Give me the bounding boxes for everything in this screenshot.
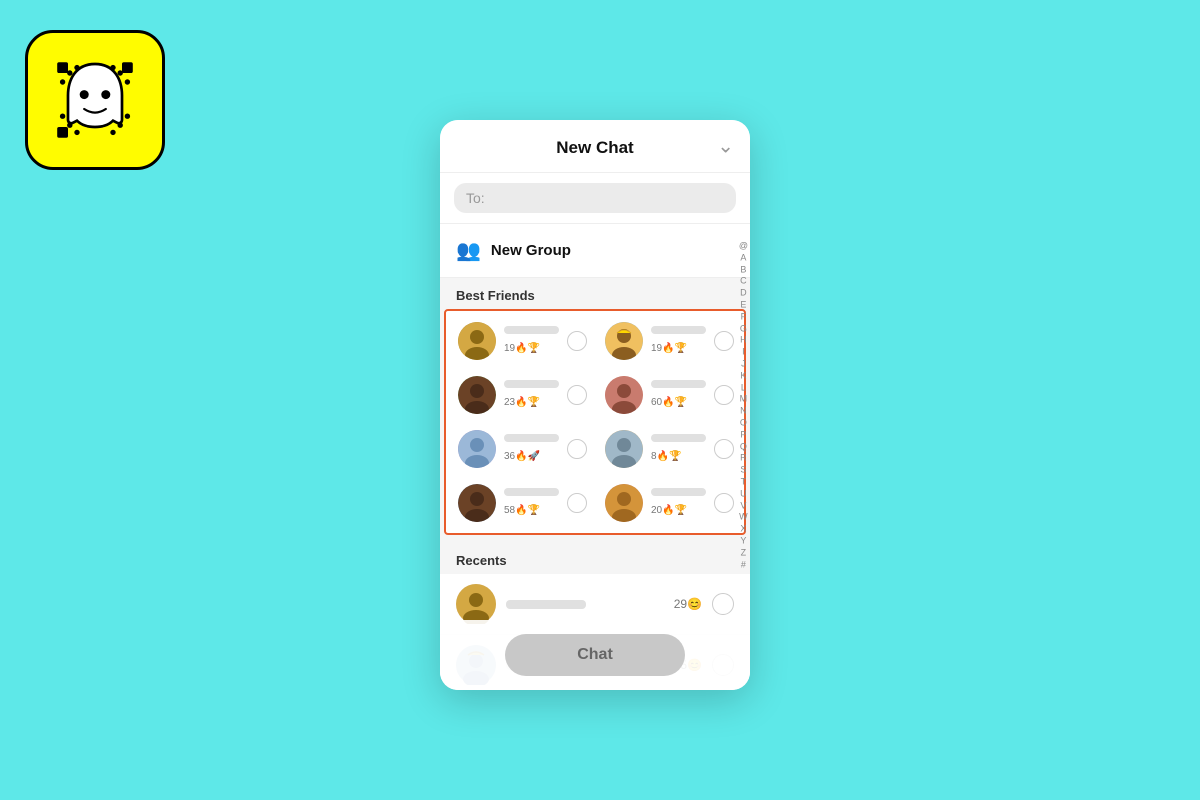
alpha-letter[interactable]: A — [739, 252, 748, 263]
best-friends-title: Best Friends — [440, 278, 750, 309]
friend-item[interactable]: 19🔥🏆 — [450, 315, 595, 367]
friend-avatar — [458, 484, 496, 522]
friend-avatar — [605, 376, 643, 414]
alpha-letter[interactable]: Z — [739, 547, 748, 558]
friend-item[interactable]: 58🔥🏆 — [450, 477, 595, 529]
recent-info — [506, 600, 664, 609]
friend-avatar — [458, 322, 496, 360]
alpha-letter[interactable]: X — [739, 523, 748, 534]
alpha-letter[interactable]: J — [739, 358, 748, 369]
friend-score: 23🔥🏆 — [504, 397, 540, 408]
friend-score: 20🔥🏆 — [651, 505, 687, 516]
new-group-label: New Group — [491, 242, 571, 259]
alpha-letter[interactable]: C — [739, 276, 748, 287]
friend-score: 19🔥🏆 — [504, 343, 540, 354]
alpha-letter[interactable]: Y — [739, 535, 748, 546]
friend-avatar — [458, 376, 496, 414]
friend-select-circle[interactable] — [714, 331, 734, 351]
recent-avatar — [456, 584, 496, 624]
friend-info: 36🔥🚀 — [504, 434, 559, 464]
friend-info: 20🔥🏆 — [651, 488, 706, 518]
friend-name-bar — [651, 380, 706, 388]
new-group-icon: 👥 — [456, 238, 481, 263]
alpha-letter[interactable]: U — [739, 488, 748, 499]
recent-right: 29😊 — [674, 593, 734, 615]
alpha-letter[interactable]: T — [739, 476, 748, 487]
friend-name-bar — [504, 326, 559, 334]
friend-avatar — [605, 322, 643, 360]
to-field-container: To: — [440, 173, 750, 224]
alpha-letter[interactable]: H — [739, 335, 748, 346]
friend-item[interactable]: 20🔥🏆 — [597, 477, 742, 529]
friend-select-circle[interactable] — [567, 331, 587, 351]
friend-name-bar — [504, 434, 559, 442]
alpha-letter[interactable]: L — [739, 382, 748, 393]
snapchat-logo — [25, 30, 165, 170]
friend-select-circle[interactable] — [714, 439, 734, 459]
friend-score: 60🔥🏆 — [651, 397, 687, 408]
friend-item[interactable]: 19🔥🏆 — [597, 315, 742, 367]
friend-select-circle[interactable] — [567, 385, 587, 405]
snapchat-ghost-icon — [50, 55, 140, 145]
friend-item[interactable]: 60🔥🏆 — [597, 369, 742, 421]
friend-score: 19🔥🏆 — [651, 343, 687, 354]
recent-select-circle[interactable] — [712, 593, 734, 615]
friend-info: 60🔥🏆 — [651, 380, 706, 410]
alpha-letter[interactable]: G — [739, 323, 748, 334]
alpha-letter[interactable]: # — [739, 559, 748, 570]
friend-item[interactable]: 8🔥🏆 — [597, 423, 742, 475]
friend-name-bar — [651, 488, 706, 496]
alpha-letter[interactable]: Q — [739, 441, 748, 452]
recent-score: 29😊 — [674, 597, 702, 611]
best-friends-grid: 19🔥🏆 19🔥🏆 — [444, 309, 746, 535]
modal-title: New Chat — [556, 138, 633, 158]
alpha-letter[interactable]: N — [739, 406, 748, 417]
friend-avatar — [458, 430, 496, 468]
recent-name-bar — [506, 600, 586, 609]
friend-select-circle[interactable] — [714, 385, 734, 405]
alpha-letter[interactable]: V — [739, 500, 748, 511]
recents-title: Recents — [440, 543, 750, 574]
to-input[interactable]: To: — [454, 183, 736, 213]
alpha-letter[interactable]: P — [739, 429, 748, 440]
alpha-letter[interactable]: W — [739, 512, 748, 523]
friend-name-bar — [504, 380, 559, 388]
alpha-letter[interactable]: R — [739, 453, 748, 464]
alpha-letter[interactable]: K — [739, 370, 748, 381]
alpha-letter[interactable]: S — [739, 464, 748, 475]
friend-item[interactable]: 36🔥🚀 — [450, 423, 595, 475]
alpha-letter[interactable]: O — [739, 417, 748, 428]
alpha-letter[interactable]: I — [739, 347, 748, 358]
alpha-letter[interactable]: F — [739, 311, 748, 322]
alpha-letter[interactable]: M — [739, 394, 748, 405]
friend-info: 58🔥🏆 — [504, 488, 559, 518]
friend-name-bar — [651, 434, 706, 442]
friend-select-circle[interactable] — [714, 493, 734, 513]
friend-score: 36🔥🚀 — [504, 451, 540, 462]
chat-button[interactable]: Chat — [505, 634, 685, 676]
phone-modal: New Chat ⌄ To: 👥 New Group Best Friends … — [440, 120, 750, 690]
chat-button-overlay: Chat — [440, 620, 750, 690]
alpha-letter[interactable]: D — [739, 288, 748, 299]
friend-name-bar — [651, 326, 706, 334]
friend-info: 19🔥🏆 — [504, 326, 559, 356]
alpha-letter[interactable]: E — [739, 299, 748, 310]
friend-info: 19🔥🏆 — [651, 326, 706, 356]
close-icon[interactable]: ⌄ — [717, 134, 734, 159]
friend-item[interactable]: 23🔥🏆 — [450, 369, 595, 421]
friend-name-bar — [504, 488, 559, 496]
alpha-index-sidebar: @ A B C D E F G H I J K L M N O P Q R S … — [739, 240, 748, 569]
new-group-row[interactable]: 👥 New Group — [440, 224, 750, 278]
friend-avatar — [605, 430, 643, 468]
friend-select-circle[interactable] — [567, 439, 587, 459]
friend-avatar — [605, 484, 643, 522]
friend-info: 8🔥🏆 — [651, 434, 706, 464]
friend-score: 8🔥🏆 — [651, 451, 681, 462]
friend-info: 23🔥🏆 — [504, 380, 559, 410]
friend-select-circle[interactable] — [567, 493, 587, 513]
alpha-letter[interactable]: @ — [739, 240, 748, 251]
modal-header: New Chat ⌄ — [440, 120, 750, 173]
alpha-letter[interactable]: B — [739, 264, 748, 275]
friend-score: 58🔥🏆 — [504, 505, 540, 516]
